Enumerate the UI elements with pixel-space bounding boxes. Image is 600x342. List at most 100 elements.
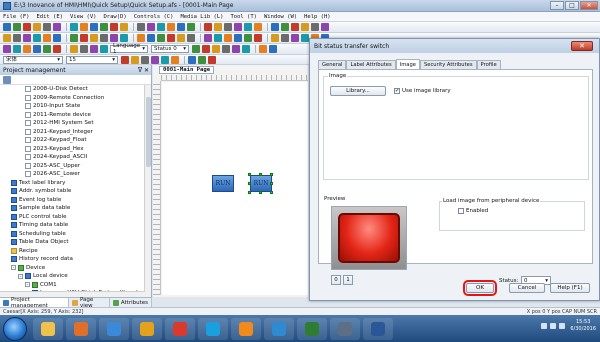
toolbar-tool-icon[interactable] [53, 45, 61, 53]
run-button-widget-selected[interactable]: RUN [250, 175, 272, 192]
toolbar-tool-icon[interactable] [23, 45, 31, 53]
toolbar-tool-icon[interactable] [110, 34, 118, 42]
toolbar-tool-icon[interactable] [147, 23, 155, 31]
tree-item[interactable]: Event log table [0, 196, 151, 205]
tree-item[interactable]: 2023-Keypad_Hex [0, 145, 151, 154]
start-button[interactable] [3, 316, 27, 341]
cancel-button[interactable]: Cancel [509, 283, 545, 293]
selection-handle[interactable] [248, 173, 251, 176]
toolbar-tool-icon[interactable] [43, 45, 51, 53]
toolbar-tool-icon[interactable] [53, 34, 61, 42]
toolbar-tool-icon[interactable] [244, 23, 252, 31]
menu-draw[interactable]: Draw(D) [104, 14, 127, 20]
tree-item[interactable]: 2010-Input State [0, 102, 151, 111]
run-button-widget[interactable]: RUN [212, 175, 234, 192]
taskbar-folder-button[interactable] [33, 317, 63, 340]
toolbar-tool-icon[interactable] [80, 23, 88, 31]
tree-collapse-icon[interactable]: – [11, 265, 16, 271]
toolbar-tool-icon[interactable] [70, 34, 78, 42]
ok-button[interactable]: OK [463, 280, 497, 296]
toolbar-tool-icon[interactable] [157, 34, 165, 42]
toolbar-tool-icon[interactable] [3, 45, 11, 53]
toolbar-tool-icon[interactable] [301, 23, 309, 31]
design-canvas[interactable]: RUN RUN [162, 82, 308, 295]
toolbar-tool-icon[interactable] [157, 23, 165, 31]
taskbar-explorer-button[interactable] [99, 317, 129, 340]
tab-profile[interactable]: Profile [476, 60, 501, 69]
selection-handle[interactable] [270, 182, 273, 185]
toolbar-tool-icon[interactable] [208, 55, 216, 64]
tree-item[interactable]: 2011-Remote device [0, 111, 151, 120]
tree-item[interactable]: Addr. symbol table [0, 187, 151, 196]
toolbar-tool-icon[interactable] [121, 55, 129, 64]
help-button[interactable]: Help (F1) [550, 283, 590, 293]
taskbar-pdf-button[interactable] [165, 317, 195, 340]
toolbar-tool-icon[interactable] [131, 55, 139, 64]
document-tab[interactable]: 0001-Main Page [159, 66, 215, 74]
tab-label-attributes[interactable]: Label Attributes [346, 60, 396, 69]
toolbar-tool-icon[interactable] [198, 55, 206, 64]
toolbar-tool-icon[interactable] [171, 55, 179, 64]
toolbar-tool-icon[interactable] [192, 45, 200, 53]
toolbar-tool-icon[interactable] [161, 55, 169, 64]
tree-item[interactable]: 2009-Remote Connection [0, 94, 151, 103]
toolbar-tool-icon[interactable] [214, 23, 222, 31]
volume-icon[interactable] [550, 323, 557, 329]
tab-general[interactable]: General [318, 60, 347, 69]
toolbar-tool-icon[interactable] [137, 23, 145, 31]
menu-help[interactable]: Help (H) [304, 14, 331, 20]
toolbar-tool-icon[interactable] [90, 23, 98, 31]
flag-icon[interactable] [559, 323, 566, 329]
toolbar-tool-icon[interactable] [90, 45, 98, 53]
menu-tool[interactable]: Tool (T) [230, 14, 257, 20]
toolbar-tool-icon[interactable] [204, 34, 212, 42]
toolbar-tool-icon[interactable] [224, 34, 232, 42]
menu-controls[interactable]: Controls (C) [134, 14, 174, 20]
tab-attributes[interactable]: Attributes [110, 298, 152, 307]
toolbar-tool-icon[interactable] [23, 23, 31, 31]
toolbar-tool-icon[interactable] [43, 34, 51, 42]
selection-handle[interactable] [259, 173, 262, 176]
toolbar-tool-icon[interactable] [80, 45, 88, 53]
library-button[interactable]: Library... [330, 86, 386, 96]
toolbar-tool-icon[interactable] [90, 34, 98, 42]
state-1-button[interactable]: 1 [343, 275, 353, 285]
tree-item[interactable]: Text label library [0, 179, 151, 188]
toolbar-tool-icon[interactable] [151, 55, 159, 64]
taskbar-tool-button[interactable] [330, 317, 360, 340]
toolbar-tool-icon[interactable] [204, 23, 212, 31]
toolbar-tool-icon[interactable] [13, 34, 21, 42]
toolbar-tool-icon[interactable] [3, 34, 11, 42]
toolbar-tool-icon[interactable] [234, 34, 242, 42]
enabled-checkbox[interactable]: Enabled [458, 208, 488, 214]
toolbar-tool-icon[interactable] [3, 23, 11, 31]
toolbar-tool-icon[interactable] [212, 45, 220, 53]
network-icon[interactable] [541, 323, 548, 329]
selection-handle[interactable] [270, 191, 273, 194]
toolbar-tool-icon[interactable] [167, 34, 175, 42]
toolbar-tool-icon[interactable] [177, 34, 185, 42]
menu-view[interactable]: View (V) [70, 14, 97, 20]
toolbar-tool-icon[interactable] [187, 23, 195, 31]
toolbar-tool-icon[interactable] [281, 34, 289, 42]
taskbar-media-button[interactable] [66, 317, 96, 340]
toolbar-tool-icon[interactable] [141, 55, 149, 64]
toolbar-tool-icon[interactable] [100, 23, 108, 31]
toolbar-tool-icon[interactable] [177, 23, 185, 31]
tree-item[interactable]: 2025-ASC_Upper [0, 162, 151, 171]
tab-page-view[interactable]: Page view [69, 297, 110, 309]
toolbar-tool-icon[interactable] [291, 34, 299, 42]
tree-item[interactable]: – Local device [0, 272, 151, 281]
toolbar-tool-icon[interactable] [13, 23, 21, 31]
menu-edit[interactable]: Edit (E) [37, 14, 64, 20]
tree-item[interactable]: – COM1 [0, 281, 151, 290]
menu-media-lib[interactable]: Media Lib (L) [180, 14, 223, 20]
toolbar-tool-icon[interactable] [244, 34, 252, 42]
toolbar-tool-icon[interactable] [33, 23, 41, 31]
tab-project-management[interactable]: Project management [0, 297, 69, 309]
tab-security-attributes[interactable]: Security Attributes [419, 60, 477, 69]
tab-image[interactable]: Image [395, 59, 420, 69]
taskbar-word-button[interactable] [363, 317, 393, 340]
tree-item[interactable]: 2008-U-Disk Detect [0, 85, 151, 94]
toolbar-tool-icon[interactable] [80, 34, 88, 42]
